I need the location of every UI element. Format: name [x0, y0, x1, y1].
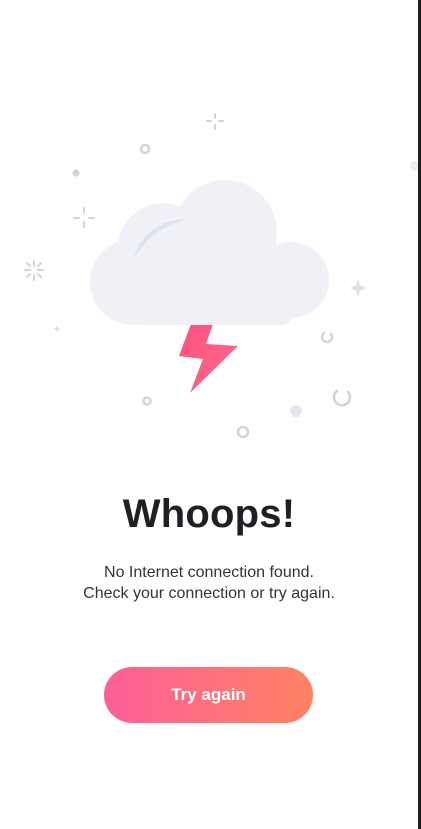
burst-icon [24, 260, 44, 281]
dot-particle [410, 161, 418, 171]
lightning-bolt-icon [179, 324, 238, 393]
error-message-line: Check your connection or try again. [83, 585, 335, 602]
try-again-button[interactable]: Try again [104, 667, 313, 723]
sparkle-icon [73, 207, 95, 228]
error-message-line: No Internet connection found. [104, 564, 314, 581]
cloud-icon [90, 180, 329, 325]
ring-particle [139, 143, 151, 155]
sparkle-icon [206, 113, 224, 130]
no-connection-screen: Whoops! No Internet connection found. Ch… [0, 0, 418, 829]
error-message: No Internet connection found. Check your… [0, 562, 418, 604]
arc-particle [332, 389, 352, 407]
ring-particle [236, 425, 250, 439]
ring-particle [142, 396, 152, 406]
error-title: Whoops! [122, 492, 296, 536]
arc-particle [320, 331, 334, 344]
no-connection-illustration [24, 113, 418, 439]
star-particle [350, 280, 366, 296]
dot-particle [72, 169, 80, 177]
dot-particle [290, 405, 302, 417]
star-particle [53, 325, 61, 333]
